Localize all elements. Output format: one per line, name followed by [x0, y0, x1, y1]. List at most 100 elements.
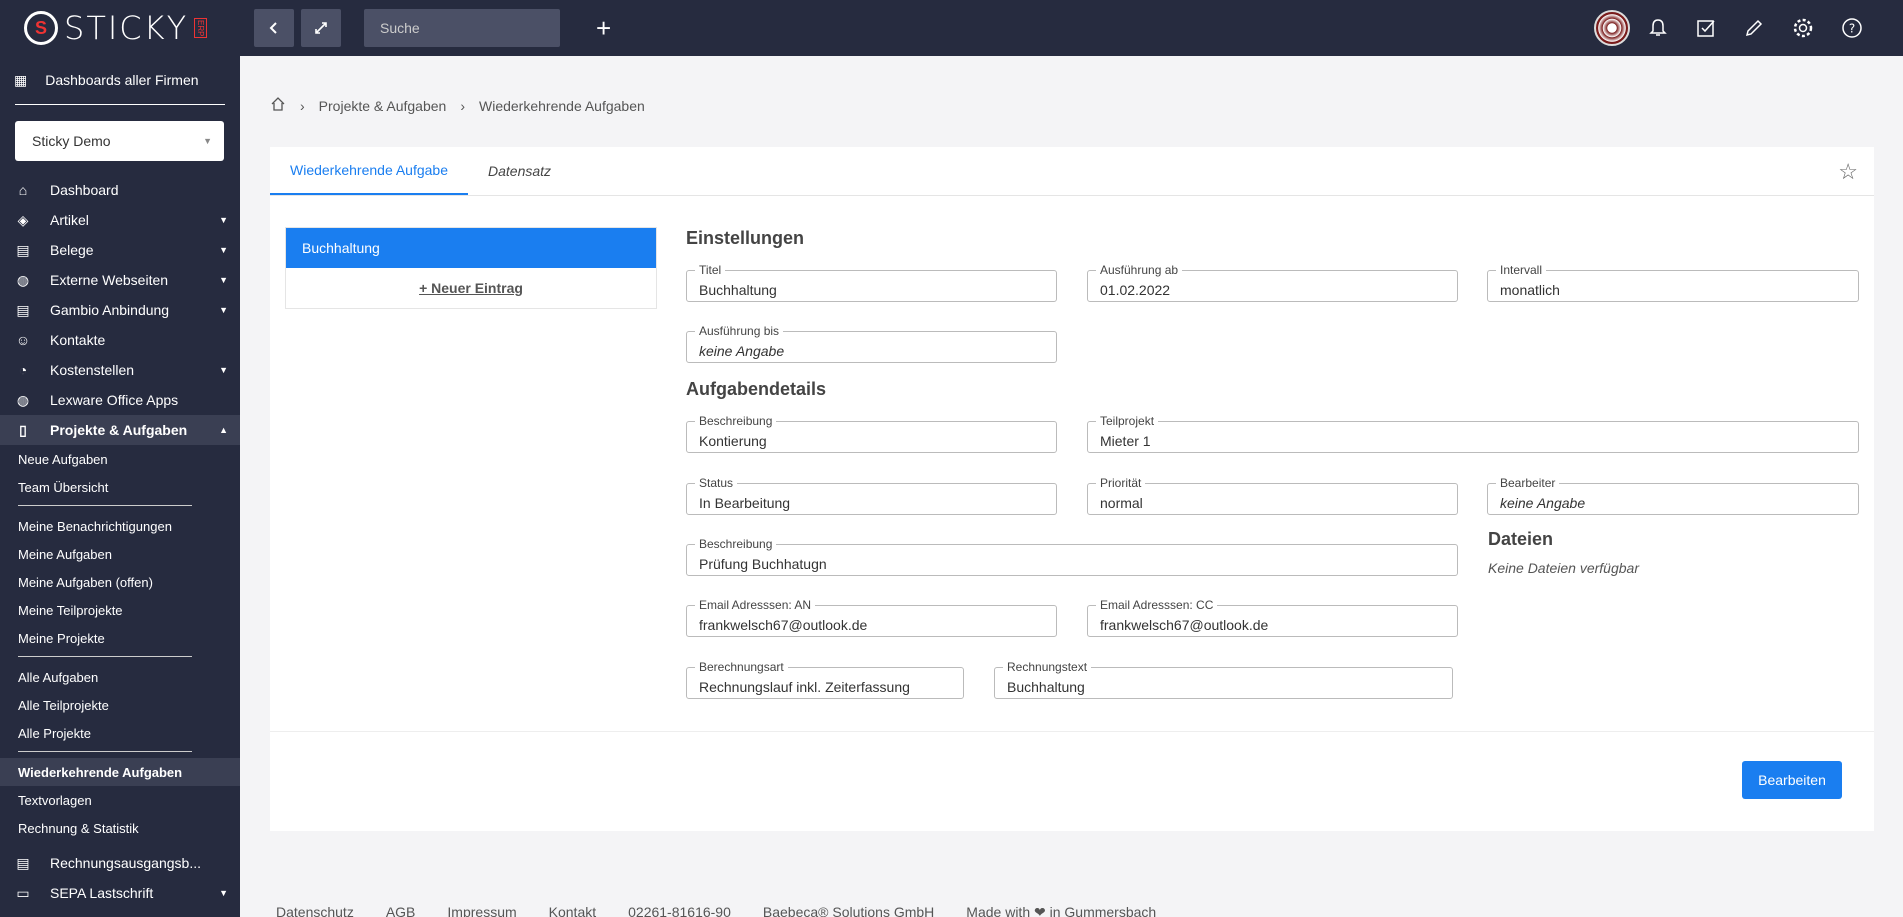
sidebar-sub-meine-aufgaben[interactable]: Meine Aufgaben	[0, 540, 240, 568]
sidebar-item-label: Gambio Anbindung	[50, 302, 170, 318]
tab-bar: Wiederkehrende Aufgabe Datensatz ☆	[270, 147, 1874, 196]
breadcrumb-item[interactable]: Projekte & Aufgaben	[319, 98, 447, 114]
beschreibung-2-field[interactable]: Beschreibung Prüfung Buchhatugn	[686, 538, 1458, 576]
breadcrumb: › Projekte & Aufgaben › Wiederkehrende A…	[270, 96, 645, 115]
field-label: Status	[695, 477, 738, 490]
caret-down-icon: ▼	[219, 245, 228, 255]
expand-icon	[315, 22, 327, 34]
logo-sub: ERP	[194, 17, 208, 39]
avatar[interactable]	[1594, 10, 1630, 46]
rechnungstext-field[interactable]: Rechnungstext Buchhaltung	[994, 661, 1453, 699]
status-field[interactable]: Status In Bearbeitung	[686, 477, 1057, 515]
divider	[18, 505, 192, 506]
field-label: Ausführung bis	[695, 325, 784, 338]
sidebar-sub-meine-benachrichtigungen[interactable]: Meine Benachrichtigungen	[0, 512, 240, 540]
sidebar-item-artikel[interactable]: ◈ Artikel ▼	[0, 205, 240, 235]
sidebar-sub-wiederkehrende-aufgaben[interactable]: Wiederkehrende Aufgaben	[0, 758, 240, 786]
field-label: Email Adresssen: AN	[695, 599, 816, 612]
field-value: Buchhaltung	[699, 282, 777, 298]
sidebar-item-lexware[interactable]: ◍ Lexware Office Apps	[0, 385, 240, 415]
bell-icon[interactable]	[1646, 16, 1670, 40]
footer-link-kontakt[interactable]: Kontakt	[549, 904, 596, 917]
add-button[interactable]: +	[596, 13, 611, 44]
field-label: Beschreibung	[695, 415, 777, 428]
sidebar-sub-meine-projekte[interactable]: Meine Projekte	[0, 624, 240, 652]
caret-down-icon: ▼	[203, 136, 212, 146]
search-input[interactable]	[364, 9, 560, 47]
new-entry-button[interactable]: + Neuer Eintrag	[286, 268, 656, 308]
field-value: Prüfung Buchhatugn	[699, 556, 827, 572]
footer-link-datenschutz[interactable]: Datenschutz	[276, 904, 354, 917]
sidebar-item-label: Projekte & Aufgaben	[50, 422, 188, 438]
sidebar-item-dashboards-all[interactable]: ▦ Dashboards aller Firmen	[0, 56, 240, 104]
sidebar-sub-rechnung-statistik[interactable]: Rechnung & Statistik	[0, 814, 240, 842]
field-value: In Bearbeitung	[699, 495, 791, 511]
footer-link-impressum[interactable]: Impressum	[447, 904, 516, 917]
sidebar-item-label: Externe Webseiten	[50, 272, 169, 288]
berechnungsart-field[interactable]: Berechnungsart Rechnungslauf inkl. Zeiter…	[686, 661, 964, 699]
field-value: monatlich	[1500, 282, 1560, 298]
checkbox-icon[interactable]	[1694, 16, 1718, 40]
bearbeiter-field[interactable]: Bearbeiter keine Angabe	[1487, 477, 1859, 515]
field-value: frankwelsch67@outlook.de	[699, 617, 868, 633]
sidebar-item-kontakte[interactable]: ☺ Kontakte	[0, 325, 240, 355]
sidebar-item-dashboard[interactable]: ⌂ Dashboard	[0, 175, 240, 205]
field-label: Email Adresssen: CC	[1096, 599, 1218, 612]
help-icon[interactable]: ?	[1840, 16, 1864, 40]
caret-down-icon: ▼	[219, 305, 228, 315]
edit-button[interactable]: Bearbeiten	[1742, 761, 1842, 799]
sidebar-sub-alle-projekte[interactable]: Alle Projekte	[0, 719, 240, 747]
ausfuehrung-ab-field[interactable]: Ausführung ab 01.02.2022	[1087, 264, 1458, 302]
list-item[interactable]: Buchhaltung	[286, 228, 656, 268]
sidebar-item-belege[interactable]: ▤ Belege ▼	[0, 235, 240, 265]
logo[interactable]: S STICKY ERP	[24, 9, 208, 47]
sidebar-item-label: Belege	[50, 242, 94, 258]
section-title-files: Dateien	[1488, 529, 1554, 549]
sidebar-sub-neue-aufgaben[interactable]: Neue Aufgaben	[0, 445, 240, 473]
divider	[270, 731, 1874, 732]
pencil-icon[interactable]	[1742, 16, 1766, 40]
sidebar-item-gambio[interactable]: ▤ Gambio Anbindung ▼	[0, 295, 240, 325]
field-label: Teilprojekt	[1096, 415, 1159, 428]
beschreibung-field[interactable]: Beschreibung Kontierung	[686, 415, 1057, 453]
sidebar-sub-meine-aufgaben-offen[interactable]: Meine Aufgaben (offen)	[0, 568, 240, 596]
gear-icon[interactable]	[1791, 16, 1815, 40]
field-value: keine Angabe	[699, 343, 785, 359]
sidebar-item-externe-webseiten[interactable]: ◍ Externe Webseiten ▼	[0, 265, 240, 295]
titel-field[interactable]: Titel Buchhaltung	[686, 264, 1057, 302]
chevron-right-icon: ›	[300, 97, 305, 114]
fullscreen-button[interactable]	[301, 9, 341, 47]
company-select[interactable]: Sticky Demo ▼	[15, 121, 224, 161]
teilprojekt-field[interactable]: Teilprojekt Mieter 1	[1087, 415, 1859, 453]
sidebar-item-label: Artikel	[50, 212, 89, 228]
footer-link-agb[interactable]: AGB	[386, 904, 416, 917]
sidebar-nav: ⌂ Dashboard ◈ Artikel ▼ ▤ Belege ▼ ◍ Externe W…	[0, 175, 240, 908]
section-title-details: Aufgabendetails	[686, 379, 827, 399]
logo-text: STICKY	[64, 9, 189, 47]
sidebar-item-kostenstellen[interactable]: ◔ Kostenstellen ▼	[0, 355, 240, 385]
sidebar-sub-textvorlagen[interactable]: Textvorlagen	[0, 786, 240, 814]
entry-list: Buchhaltung + Neuer Eintrag	[285, 227, 657, 309]
intervall-field[interactable]: Intervall monatlich	[1487, 264, 1859, 302]
email-cc-field[interactable]: Email Adresssen: CC frankwelsch67@outlook…	[1087, 599, 1458, 637]
ausfuehrung-bis-field[interactable]: Ausführung bis keine Angabe	[686, 325, 1057, 363]
book-icon: ▯	[19, 421, 27, 438]
field-label: Beschreibung	[695, 538, 777, 551]
contact-icon: ☺	[15, 332, 31, 348]
sidebar-sub-alle-aufgaben[interactable]: Alle Aufgaben	[0, 663, 240, 691]
tab-wiederkehrende-aufgabe[interactable]: Wiederkehrende Aufgabe	[270, 147, 468, 195]
back-button[interactable]	[254, 9, 294, 47]
sidebar-item-sepa[interactable]: ▭ SEPA Lastschrift ▼	[0, 878, 240, 908]
email-an-field[interactable]: Email Adresssen: AN frankwelsch67@outlook…	[686, 599, 1057, 637]
tab-datensatz[interactable]: Datensatz	[468, 147, 571, 195]
star-icon[interactable]: ☆	[1838, 159, 1858, 185]
sidebar-item-label: Dashboard	[50, 182, 119, 198]
main-card: Wiederkehrende Aufgabe Datensatz ☆ Buchh…	[270, 147, 1874, 831]
sidebar-sub-meine-teilprojekte[interactable]: Meine Teilprojekte	[0, 596, 240, 624]
sidebar-sub-alle-teilprojekte[interactable]: Alle Teilprojekte	[0, 691, 240, 719]
prioritaet-field[interactable]: Priorität normal	[1087, 477, 1458, 515]
home-icon[interactable]	[270, 96, 286, 115]
sidebar-item-rechnungsausgang[interactable]: ▤ Rechnungsausgangsb...	[0, 848, 240, 878]
sidebar-sub-team-uebersicht[interactable]: Team Übersicht	[0, 473, 240, 501]
sidebar-item-projekte[interactable]: ▯ Projekte & Aufgaben ▲	[0, 415, 240, 445]
